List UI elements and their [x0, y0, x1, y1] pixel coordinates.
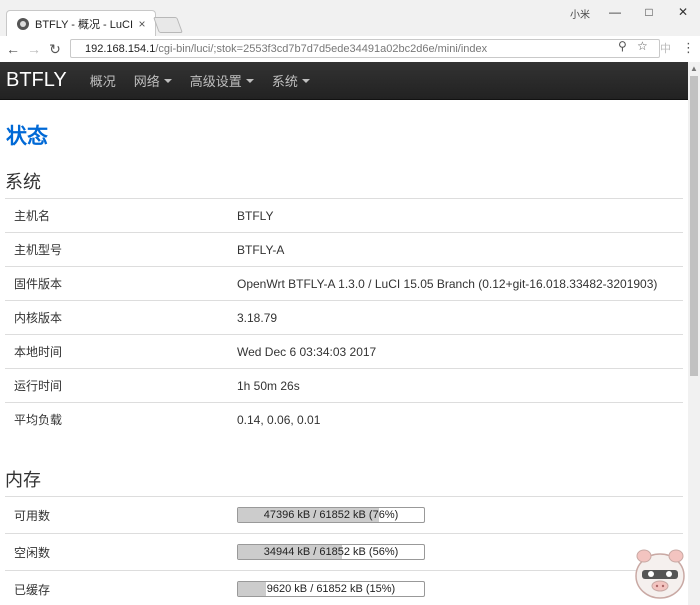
table-row: 主机名 BTFLY: [5, 198, 683, 233]
toolbar: ← → ↻ 192.168.154.1/cgi-bin/luci/;stok=2…: [0, 36, 700, 63]
nav-network[interactable]: 网络: [134, 71, 172, 90]
url-path: /cgi-bin/luci/;stok=2553f3cd7b7d7d5ede34…: [155, 43, 488, 55]
menu-icon[interactable]: ⋮: [682, 40, 695, 56]
tab-title: BTFLY - 概况 - LuCI: [35, 19, 134, 31]
row-value: Wed Dec 6 03:34:03 2017: [237, 334, 683, 369]
forward-icon[interactable]: →: [24, 39, 44, 59]
nav-system[interactable]: 系统: [272, 71, 310, 90]
brand-logo[interactable]: BTFLY: [6, 69, 67, 92]
memory-progress-bar: 47396 kB / 61852 kB (76%): [237, 507, 425, 523]
scroll-up-icon[interactable]: ▲: [690, 64, 698, 73]
nav-advanced[interactable]: 高级设置: [190, 71, 254, 90]
memory-progress-bar: 9620 kB / 61852 kB (15%): [237, 581, 425, 597]
row-value: BTFLY-A: [237, 232, 683, 267]
title-bar: BTFLY - 概况 - LuCI × 小米 — □ ✕: [0, 0, 700, 37]
ime-indicator[interactable]: 中: [660, 40, 671, 56]
page-title: 状态: [6, 125, 48, 148]
memory-heading: 内存: [5, 470, 41, 490]
scrollbar-thumb[interactable]: [690, 76, 698, 376]
reload-icon[interactable]: ↻: [45, 39, 65, 59]
row-label: 本地时间: [5, 334, 237, 369]
table-row: 可用数 47396 kB / 61852 kB (76%): [5, 496, 683, 534]
row-label: 主机名: [5, 198, 237, 233]
table-row: 本地时间 Wed Dec 6 03:34:03 2017: [5, 334, 683, 369]
progress-text: 9620 kB / 61852 kB (15%): [266, 583, 396, 595]
browser-tab[interactable]: BTFLY - 概况 - LuCI ×: [6, 10, 156, 37]
luci-navbar: BTFLY 概况 网络 高级设置 系统: [0, 62, 688, 100]
caret-down-icon: [301, 78, 310, 83]
close-window-icon[interactable]: ✕: [666, 0, 700, 24]
back-icon[interactable]: ←: [3, 39, 23, 59]
row-value: 0.14, 0.06, 0.01: [237, 402, 683, 436]
row-label: 已缓存: [5, 570, 237, 605]
row-label: 内核版本: [5, 300, 237, 335]
caret-down-icon: [245, 78, 254, 83]
address-bar[interactable]: 192.168.154.1/cgi-bin/luci/;stok=2553f3c…: [70, 39, 660, 58]
nav-label: 概况: [89, 74, 116, 89]
site-favicon-icon: [17, 18, 29, 30]
page-scrollbar[interactable]: ▲: [688, 62, 700, 605]
system-heading: 系统: [5, 172, 41, 192]
profile-label[interactable]: 小米: [570, 6, 590, 21]
memory-table: 可用数 47396 kB / 61852 kB (76%) 空闲数 34944 …: [5, 496, 683, 605]
url-host: 192.168.154.1: [85, 43, 156, 55]
table-row: 内核版本 3.18.79: [5, 300, 683, 335]
row-value: 1h 50m 26s: [237, 368, 683, 403]
nav-label: 系统: [271, 74, 298, 89]
row-value: BTFLY: [237, 198, 683, 233]
row-value: OpenWrt BTFLY-A 1.3.0 / LuCI 15.05 Branc…: [237, 266, 683, 301]
maximize-icon[interactable]: □: [632, 0, 666, 24]
progress-text: 34944 kB / 61852 kB (56%): [263, 546, 399, 558]
pig-mascot-watermark: [635, 549, 685, 599]
new-tab-button[interactable]: [153, 17, 183, 33]
bookmark-star-icon[interactable]: ☆: [637, 39, 648, 53]
table-row: 平均负载 0.14, 0.06, 0.01: [5, 402, 683, 436]
row-label: 运行时间: [5, 368, 237, 403]
system-table: 主机名 BTFLY 主机型号 BTFLY-A 固件版本 OpenWrt BTFLY-A…: [5, 198, 683, 436]
row-label: 可用数: [5, 496, 237, 534]
nav-label: 高级设置: [189, 74, 242, 89]
caret-down-icon: [163, 78, 172, 83]
row-label: 空闲数: [5, 533, 237, 571]
nav-label: 网络: [133, 74, 160, 89]
zoom-icon[interactable]: ⚲: [618, 39, 627, 53]
row-label: 固件版本: [5, 266, 237, 301]
table-row: 运行时间 1h 50m 26s: [5, 368, 683, 403]
progress-fill: [238, 582, 266, 596]
minimize-icon[interactable]: —: [598, 0, 632, 24]
row-label: 平均负载: [5, 402, 237, 436]
progress-text: 47396 kB / 61852 kB (76%): [263, 509, 399, 521]
memory-progress-bar: 34944 kB / 61852 kB (56%): [237, 544, 425, 560]
tab-close-icon[interactable]: ×: [135, 17, 149, 31]
table-row: 空闲数 34944 kB / 61852 kB (56%): [5, 533, 683, 571]
table-row: 主机型号 BTFLY-A: [5, 232, 683, 267]
page-viewport: BTFLY 概况 网络 高级设置 系统 状态 系统 主机名 BTFLY 主机型号 B…: [0, 62, 688, 605]
row-label: 主机型号: [5, 232, 237, 267]
nav-overview[interactable]: 概况: [90, 71, 116, 90]
table-row: 固件版本 OpenWrt BTFLY-A 1.3.0 / LuCI 15.05 B…: [5, 266, 683, 301]
table-row: 已缓存 9620 kB / 61852 kB (15%): [5, 570, 683, 605]
row-value: 3.18.79: [237, 300, 683, 335]
